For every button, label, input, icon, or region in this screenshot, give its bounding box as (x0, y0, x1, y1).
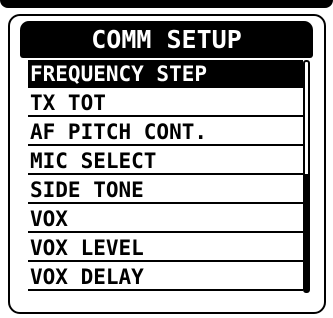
menu-item-tx-tot[interactable]: TX TOT (28, 89, 303, 117)
menu-item-mic-select[interactable]: MIC SELECT (28, 147, 303, 175)
device-bezel-top (0, 0, 333, 8)
title-bar: COMM SETUP (20, 21, 313, 58)
scrollbar-thumb[interactable] (305, 174, 308, 291)
menu-item-label: VOX DELAY (30, 265, 144, 289)
menu-item-label: TX TOT (30, 91, 106, 115)
screen-title: COMM SETUP (91, 25, 242, 54)
menu-list: FREQUENCY STEP TX TOT AF PITCH CONT. MIC… (28, 60, 303, 292)
menu-item-label: FREQUENCY STEP (30, 62, 208, 86)
menu-item-vox-delay[interactable]: VOX DELAY (28, 263, 303, 291)
menu-item-label: SIDE TONE (30, 178, 144, 202)
menu-item-side-tone[interactable]: SIDE TONE (28, 176, 303, 204)
menu-item-vox[interactable]: VOX (28, 205, 303, 233)
menu-item-label: AF PITCH CONT. (30, 120, 208, 144)
menu-item-vox-level[interactable]: VOX LEVEL (28, 234, 303, 262)
menu-item-frequency-step[interactable]: FREQUENCY STEP (28, 60, 303, 88)
menu-item-af-pitch-cont[interactable]: AF PITCH CONT. (28, 118, 303, 146)
menu-item-label: VOX LEVEL (30, 236, 144, 260)
menu-item-label: MIC SELECT (30, 149, 157, 173)
menu-item-label: VOX (30, 207, 68, 231)
scrollbar[interactable] (303, 60, 310, 293)
